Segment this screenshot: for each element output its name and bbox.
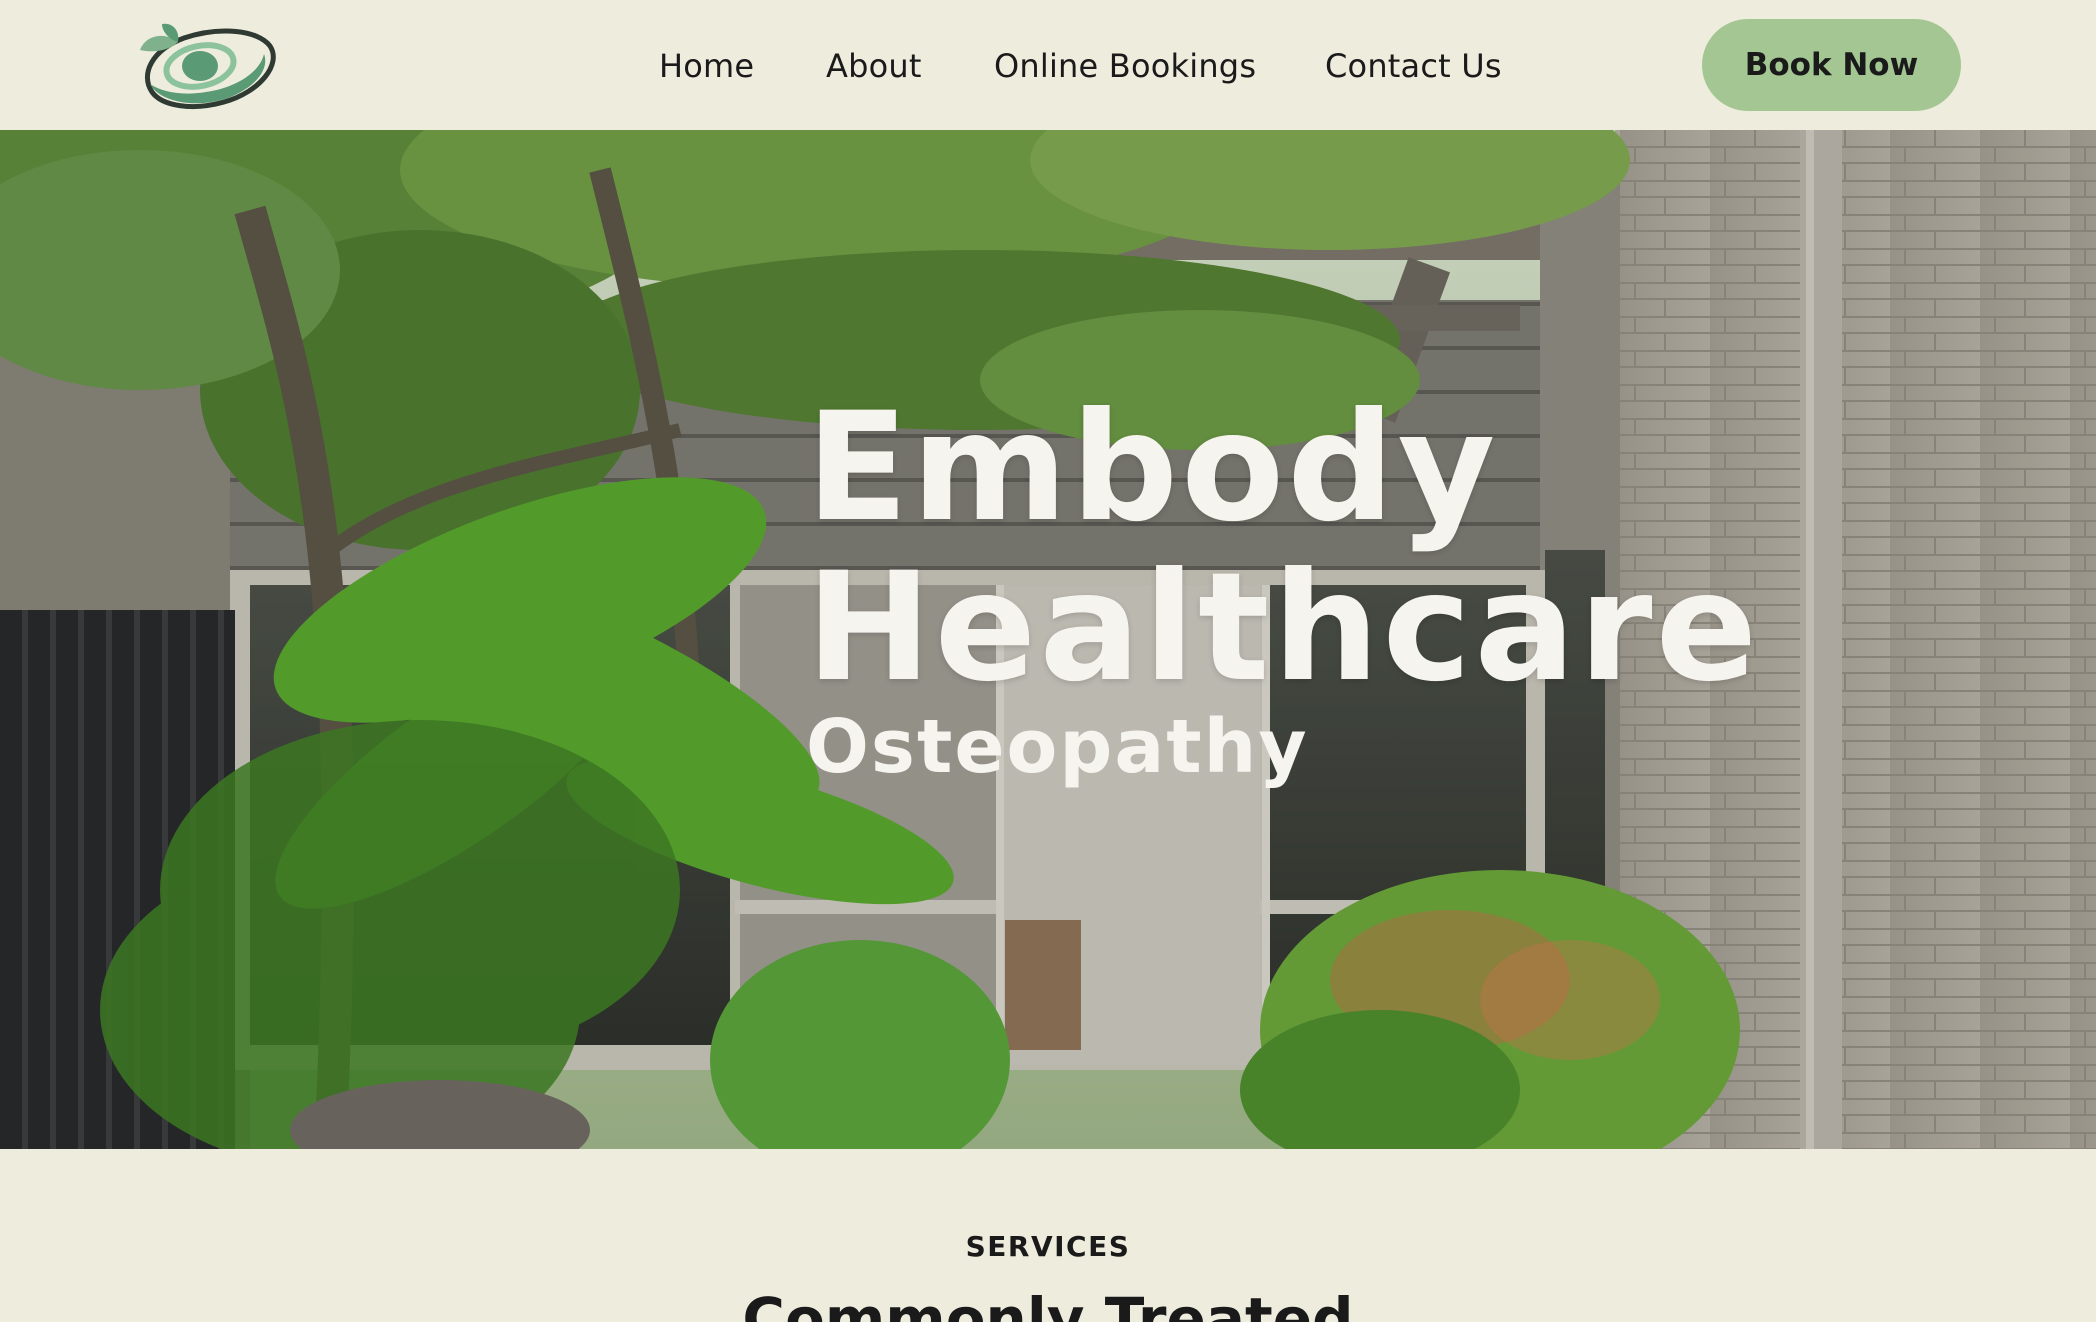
hero-section: Embody Healthcare Osteopathy (0, 130, 2096, 1149)
hero-title-line2: Healthcare (806, 541, 1761, 715)
nav-home[interactable]: Home (659, 44, 754, 88)
logo-link[interactable] (132, 14, 282, 114)
hero-subtitle: Osteopathy (806, 704, 1309, 790)
nav-contact-us[interactable]: Contact Us (1325, 44, 1502, 88)
nav-about[interactable]: About (826, 44, 922, 88)
hero-title-line1: Embody (806, 381, 1499, 555)
services-eyebrow: SERVICES (965, 1230, 1131, 1263)
nav-online-bookings[interactable]: Online Bookings (994, 44, 1256, 88)
book-now-button[interactable]: Book Now (1702, 19, 1961, 111)
site-header: Home About Online Bookings Contact Us Bo… (0, 0, 2096, 130)
embody-logo-icon (140, 23, 276, 110)
page: Home About Online Bookings Contact Us Bo… (0, 0, 2096, 1322)
services-heading: Commonly Treated (742, 1285, 1354, 1322)
